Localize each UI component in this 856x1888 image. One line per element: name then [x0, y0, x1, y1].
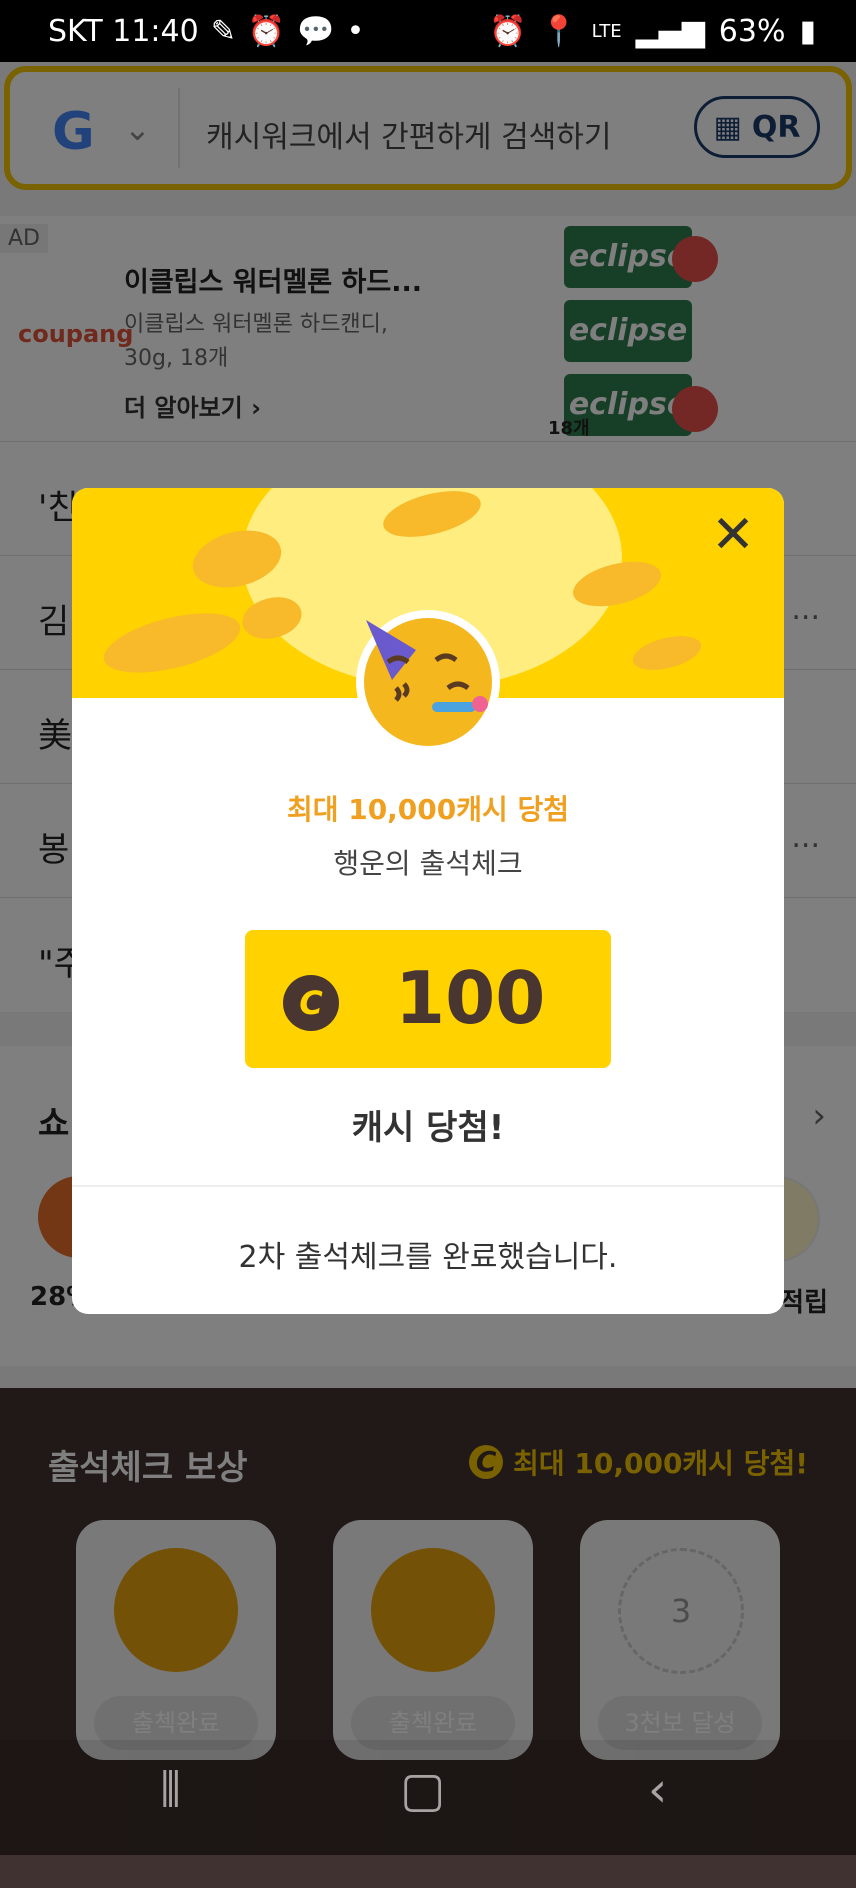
- battery-icon: ▮: [799, 14, 816, 49]
- network-label: LTE: [591, 21, 622, 42]
- signal-icon: ▂▄▆: [635, 14, 705, 49]
- prize-won-text: 캐시 당첨!: [351, 1108, 505, 1148]
- completion-message: 2차 출석체크를 완료했습니다.: [238, 1240, 618, 1275]
- party-hat-icon: [366, 620, 488, 712]
- prize-box: C 100: [245, 930, 611, 1068]
- alarm-icon: ⏰: [247, 14, 286, 49]
- divider: [72, 1185, 784, 1187]
- navigation-bar: ⦀ ▢ ‹: [0, 1740, 856, 1855]
- status-bar: SKT 11:40 ✎ ⏰ 💬 • ⏰ 📍 LTE ▂▄▆ 63% ▮: [0, 0, 856, 62]
- talk-icon: 💬: [297, 14, 335, 49]
- gold-coin-icon: [629, 629, 705, 677]
- back-button[interactable]: ‹: [648, 1762, 667, 1818]
- alarm-icon: ⏰: [488, 14, 527, 49]
- battery-level: 63%: [718, 14, 786, 49]
- party-face-emoji-icon: [356, 610, 500, 754]
- close-icon[interactable]: ✕: [704, 506, 762, 564]
- cash-coin-icon: C: [283, 975, 339, 1031]
- modal-headline: 최대 10,000캐시 당첨: [286, 793, 570, 826]
- pen-icon: ✎: [210, 14, 236, 49]
- location-icon: 📍: [540, 14, 578, 49]
- gold-coin-icon: [98, 601, 246, 685]
- dot-icon: •: [346, 14, 365, 49]
- modal-subtitle: 행운의 출석체크: [333, 847, 523, 880]
- attendance-reward-modal: ✕ 최대 10,000캐시 당첨 행운의 출석체크 C 100 캐시 당첨! 2…: [72, 488, 784, 1314]
- recent-apps-button[interactable]: ⦀: [160, 1762, 181, 1819]
- home-button[interactable]: ▢: [400, 1762, 445, 1818]
- prize-amount: 100: [395, 956, 546, 1040]
- carrier-time: SKT 11:40: [48, 14, 199, 49]
